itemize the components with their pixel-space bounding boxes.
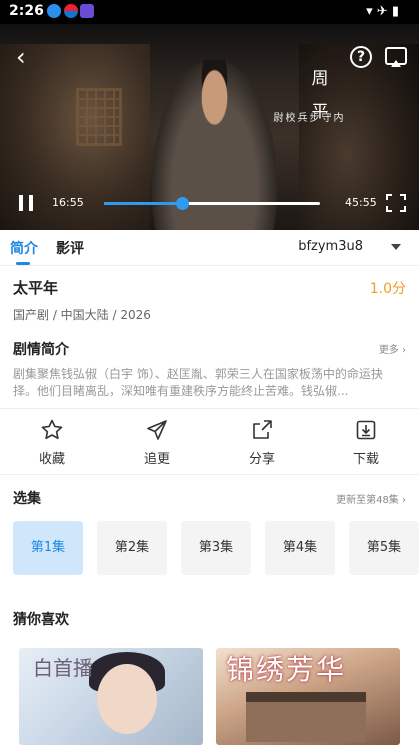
progress-fill [104, 202, 182, 205]
chevron-right-icon: › [402, 345, 406, 356]
tab-intro[interactable]: 简介 [10, 238, 38, 265]
app-notification-icon [64, 4, 78, 18]
episode-3[interactable]: 第3集 [181, 521, 251, 575]
pause-button[interactable] [19, 195, 33, 211]
follow-button[interactable]: 追更 [122, 418, 192, 467]
video-scene-window [76, 88, 122, 146]
source-select[interactable]: bfzym3u8 [298, 239, 363, 254]
favorite-button[interactable]: 收藏 [17, 418, 87, 467]
follow-label: 追更 [143, 452, 170, 467]
episodes-heading: 选集 [13, 491, 41, 507]
caption-subtitle: 内守步兵校尉 [271, 112, 342, 122]
wifi-icon: ▾ [366, 4, 373, 19]
fullscreen-icon[interactable] [386, 194, 406, 212]
status-time: 2:26 [9, 3, 44, 19]
episode-1[interactable]: 第1集 [13, 521, 83, 575]
show-title: 太平年 [13, 279, 59, 297]
star-icon [41, 419, 63, 440]
progress-slider[interactable] [104, 197, 320, 210]
episode-list: 第1集 第2集 第3集 第4集 第5集 [13, 521, 419, 575]
poster-building [246, 692, 366, 742]
app-notification-icon-2 [80, 4, 94, 18]
synopsis-more-label: 更多 [378, 345, 399, 356]
back-icon[interactable]: ‹ [16, 44, 36, 70]
status-bar: 2:26 ▾ ✈ ▮ [0, 0, 419, 24]
total-time: 45:55 [345, 196, 377, 209]
chevron-down-icon[interactable] [391, 244, 401, 250]
recommend-heading: 猜你喜欢 [13, 612, 69, 628]
show-score: 1.0分 [369, 281, 406, 297]
help-icon[interactable]: ? [350, 46, 372, 68]
synopsis-heading: 剧情简介 [13, 342, 69, 358]
detail-tabs: 简介 影评 bfzym3u8 [0, 230, 419, 266]
episode-5[interactable]: 第5集 [349, 521, 419, 575]
send-icon [147, 420, 167, 440]
airplane-icon: ✈ [376, 4, 388, 19]
video-caption: 周 平 内守步兵校尉 [271, 64, 342, 122]
favorite-label: 收藏 [38, 452, 65, 467]
synopsis-text: 剧集聚焦钱弘俶（白宇 饰）、赵匡胤、郭荣三人在国家板荡中的命运抉择。他们目睹离乱… [13, 367, 383, 398]
divider [0, 474, 419, 475]
system-status-icons: ▾ ✈ ▮ [366, 4, 399, 19]
video-player[interactable]: 周 平 内守步兵校尉 ‹ ? 16:55 45:55 [0, 24, 419, 230]
synopsis-more-link[interactable]: 更多 › [379, 341, 406, 356]
download-button[interactable]: 下载 [331, 418, 401, 467]
episodes-update-link[interactable]: 更新至第48集 › [336, 491, 406, 506]
share-button[interactable]: 分享 [227, 418, 297, 467]
chevron-right-icon: › [402, 495, 406, 506]
current-time: 16:55 [52, 196, 84, 209]
caption-char-1: 周 [311, 69, 329, 89]
poster-1-logo: 白首播 [33, 656, 93, 680]
show-meta: 国产剧 / 中国大陆 / 2026 [13, 308, 151, 322]
poster-figure-face [97, 664, 157, 734]
share-label: 分享 [248, 452, 275, 467]
divider [0, 408, 419, 409]
download-icon [356, 420, 376, 440]
episode-4[interactable]: 第4集 [265, 521, 335, 575]
recommend-poster-2[interactable]: 锦绣芳华 [216, 648, 400, 745]
download-label: 下载 [352, 452, 379, 467]
tab-reviews[interactable]: 影评 [56, 238, 84, 258]
poster-2-logo: 锦绣芳华 [226, 653, 347, 686]
share-icon [253, 420, 272, 439]
episodes-update-label: 更新至第48集 [336, 495, 399, 506]
progress-thumb[interactable] [175, 197, 189, 210]
battery-icon: ▮ [391, 4, 399, 19]
download-notification-icon [47, 4, 61, 18]
episode-2[interactable]: 第2集 [97, 521, 167, 575]
cast-icon[interactable] [385, 47, 407, 67]
recommend-poster-1[interactable]: 白首播 [19, 648, 203, 745]
